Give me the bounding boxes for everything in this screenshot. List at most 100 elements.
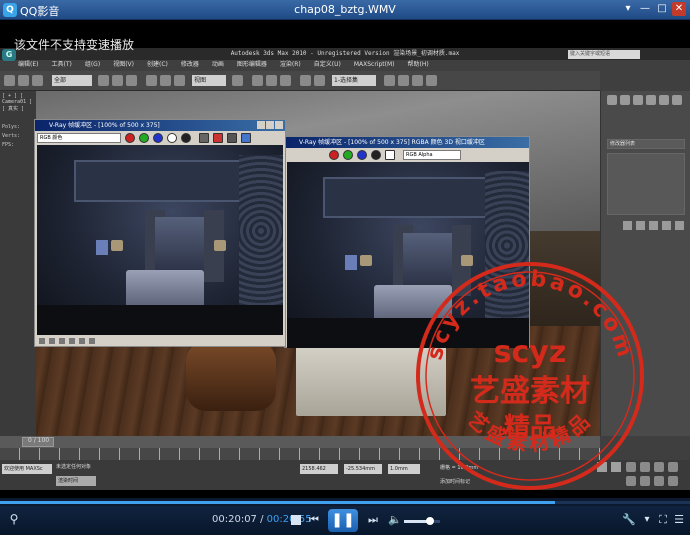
utilities-tab-icon bbox=[672, 95, 682, 105]
volume-knob[interactable] bbox=[425, 517, 434, 525]
region-select-icon bbox=[126, 75, 137, 86]
rotate-icon bbox=[160, 75, 171, 86]
max-menu-item: 动画 bbox=[211, 61, 224, 68]
playback-progress[interactable] bbox=[0, 498, 690, 506]
playback-controls bbox=[597, 462, 621, 472]
display-tab-icon bbox=[659, 95, 669, 105]
viewport-stats: Polys: Verts: FPS: bbox=[2, 123, 20, 150]
current-time: 00:20:07 bbox=[212, 514, 257, 525]
dropdown-arrow-icon[interactable]: ▾ bbox=[640, 513, 654, 527]
lut-icon bbox=[59, 338, 65, 344]
vfb-right-toolbar: RGB Alpha bbox=[285, 148, 529, 162]
max-menu-item: 自定义(U) bbox=[313, 61, 341, 68]
quick-render-icon bbox=[426, 75, 437, 86]
vfb-left-window-controls bbox=[257, 121, 283, 129]
track-bar bbox=[0, 448, 600, 460]
pan-icon bbox=[640, 476, 650, 486]
remove-modifier-icon bbox=[662, 221, 671, 230]
polys-stat: Polys: bbox=[2, 124, 21, 130]
named-selection-combo: 1-选择集 bbox=[332, 75, 376, 86]
render-floor bbox=[37, 304, 283, 335]
zoom-extents-all-icon bbox=[668, 462, 678, 472]
video-area[interactable]: 该文件不支持变速播放 Autodesk 3ds Max 2010 - Unreg… bbox=[0, 20, 690, 498]
snap-icon bbox=[252, 75, 263, 86]
vray-frame-buffer-right: V-Ray 帧缓冲区 - [100% of 500 x 375] RGBA 颜色… bbox=[284, 136, 530, 348]
alpha-channel-icon bbox=[385, 150, 395, 160]
fov-icon bbox=[626, 476, 636, 486]
blue-channel-icon bbox=[357, 150, 367, 160]
max-menu-item: 修改器 bbox=[180, 61, 199, 68]
volume-slider[interactable] bbox=[404, 517, 440, 525]
fps-stat: FPS: bbox=[2, 142, 15, 148]
time-separator: / bbox=[260, 514, 264, 525]
player-control-bar: ⚲ 00:20:07 / 00:20:55 ⏮ ❚❚ ⏭ 🔈 🔧 ▾ ⛶ ☰ bbox=[0, 506, 690, 535]
hierarchy-tab-icon bbox=[633, 95, 643, 105]
render-patterned-wall bbox=[485, 171, 529, 321]
grid-size: 栅格 = 10.0mm bbox=[440, 465, 479, 471]
person-icon[interactable]: ⚲ bbox=[6, 512, 22, 528]
render-lamp-right bbox=[214, 240, 227, 252]
max-search-box: 键入关键字或短语 bbox=[568, 50, 640, 59]
save-image-icon bbox=[199, 133, 209, 143]
render-bed bbox=[125, 270, 205, 309]
render-ceiling bbox=[73, 160, 247, 202]
vfb-left-minimize-icon bbox=[257, 121, 265, 129]
volume-icon[interactable]: 🔈 bbox=[388, 512, 402, 528]
previous-icon[interactable]: ⏮ bbox=[307, 512, 321, 528]
stop-icon[interactable] bbox=[291, 515, 301, 525]
alpha-channel-icon bbox=[167, 133, 177, 143]
vfb-left-maximize-icon bbox=[266, 121, 274, 129]
add-time-tag: 添加时间标记 bbox=[440, 479, 471, 485]
max-menu-item: 编辑(E) bbox=[18, 61, 39, 68]
render-tv bbox=[96, 240, 109, 256]
next-icon[interactable]: ⏭ bbox=[366, 512, 380, 528]
max-menu-item: 创建(C) bbox=[146, 61, 168, 68]
maximize-button[interactable]: □ bbox=[655, 2, 669, 16]
history-icon bbox=[39, 338, 45, 344]
vfb-left-close-icon bbox=[275, 121, 283, 129]
viewport-nav-controls bbox=[626, 462, 678, 486]
total-time: 00:20:55 bbox=[266, 514, 312, 525]
prev-frame-icon bbox=[611, 462, 621, 472]
menu-dropdown-icon[interactable]: ▾ bbox=[621, 2, 635, 16]
motion-tab-icon bbox=[646, 95, 656, 105]
coord-z: 1.0mm bbox=[388, 464, 420, 474]
viewport-armchair bbox=[186, 341, 276, 411]
speed-not-supported-notice: 该文件不支持变速播放 bbox=[14, 38, 135, 52]
max-main-toolbar: 全部 视图 1-选择集 bbox=[0, 71, 600, 91]
render-setup-icon bbox=[398, 75, 409, 86]
max-left-strip: [ + ] [ Camera01 ] [ 真实 ] Polys: Verts: … bbox=[0, 91, 36, 436]
minimize-button[interactable]: — bbox=[638, 2, 652, 16]
mono-channel-icon bbox=[181, 133, 191, 143]
pause-button[interactable]: ❚❚ bbox=[328, 509, 358, 532]
render-lamp-right bbox=[461, 255, 474, 267]
window-controls: ▾ — □ ✕ bbox=[621, 2, 686, 16]
time-slider-label: 0 / 100 bbox=[28, 437, 50, 444]
render-floor bbox=[287, 318, 529, 348]
orbit-icon bbox=[654, 476, 664, 486]
red-channel-icon bbox=[125, 133, 135, 143]
vray-frame-buffer-left: V-Ray 帧缓冲区 - [100% of 500 x 375] RGB 颜色 bbox=[34, 119, 286, 347]
playlist-icon[interactable]: ☰ bbox=[672, 513, 686, 527]
render-ceiling bbox=[323, 176, 493, 218]
select-icon bbox=[98, 75, 109, 86]
coord-x: 2158.462 bbox=[300, 464, 338, 474]
progress-fill bbox=[0, 501, 556, 504]
make-unique-icon bbox=[649, 221, 658, 230]
wrench-icon[interactable]: 🔧 bbox=[622, 513, 636, 527]
close-button[interactable]: ✕ bbox=[672, 2, 686, 16]
zoom-icon bbox=[626, 462, 636, 472]
max-menu-item: 工具(T) bbox=[51, 61, 72, 68]
modifier-list-combo: 修改器列表 bbox=[607, 139, 685, 149]
link-icon bbox=[32, 75, 43, 86]
selection-status: 未选定任何对象 bbox=[56, 464, 92, 470]
scale-icon bbox=[174, 75, 185, 86]
levels-icon bbox=[69, 338, 75, 344]
render-lamp-left bbox=[359, 255, 372, 267]
file-title: chap08_bztg.WMV bbox=[294, 3, 396, 16]
fullscreen-icon[interactable]: ⛶ bbox=[656, 513, 670, 527]
duplicate-vfb-icon bbox=[227, 133, 237, 143]
angle-snap-icon bbox=[266, 75, 277, 86]
verts-stat: Verts: bbox=[2, 133, 21, 139]
render-preview-left bbox=[37, 145, 283, 335]
